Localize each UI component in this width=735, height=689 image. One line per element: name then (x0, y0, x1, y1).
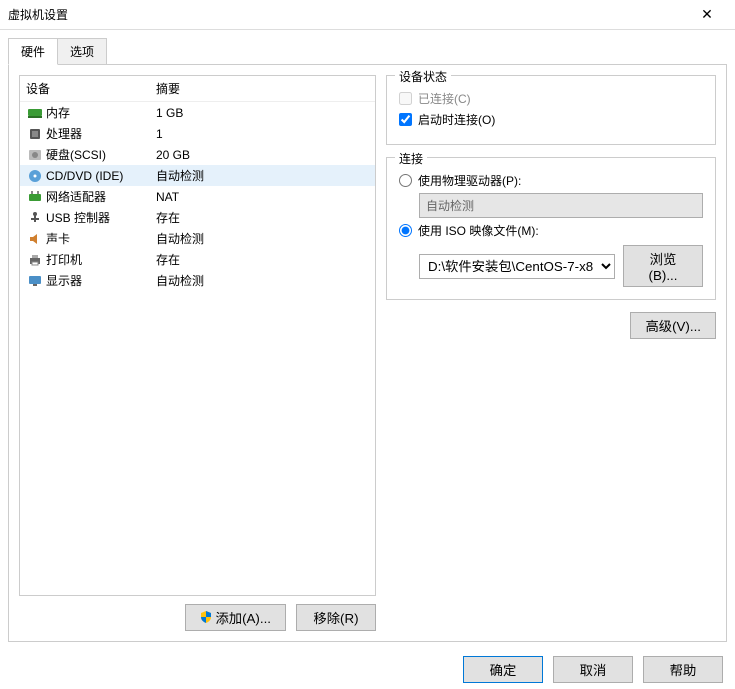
right-panel: 设备状态 已连接(C) 启动时连接(O) 连接 使用物理驱动器(P): 自动检测… (386, 75, 716, 631)
hardware-row[interactable]: 内存1 GB (20, 102, 375, 123)
hardware-row[interactable]: 显示器自动检测 (20, 270, 375, 291)
printer-icon (26, 252, 44, 268)
window-title: 虚拟机设置 (8, 6, 687, 23)
device-summary: 存在 (156, 209, 180, 226)
tab-options[interactable]: 选项 (57, 38, 107, 65)
display-icon (26, 273, 44, 289)
connected-label: 已连接(C) (418, 90, 471, 107)
use-iso-radio[interactable] (399, 224, 412, 237)
cancel-button[interactable]: 取消 (553, 656, 633, 683)
sound-icon (26, 231, 44, 247)
device-name: 内存 (46, 104, 156, 121)
device-name: USB 控制器 (46, 209, 156, 226)
tabs: 硬件 选项 (8, 38, 735, 65)
dialog-buttons: 确定 取消 帮助 (0, 650, 735, 689)
memory-icon (26, 105, 44, 121)
device-name: 处理器 (46, 125, 156, 142)
hardware-buttons: 添加(A)... 移除(R) (19, 604, 376, 631)
device-summary: 自动检测 (156, 167, 204, 184)
physical-drive-combo: 自动检测 (419, 193, 703, 218)
cpu-icon (26, 126, 44, 142)
title-bar: 虚拟机设置 ✕ (0, 0, 735, 30)
hardware-row[interactable]: 网络适配器NAT (20, 186, 375, 207)
add-button-label: 添加(A)... (215, 611, 271, 626)
net-icon (26, 189, 44, 205)
device-name: 声卡 (46, 230, 156, 247)
device-summary: NAT (156, 190, 179, 204)
shield-icon (200, 611, 212, 623)
device-summary: 20 GB (156, 148, 190, 162)
use-iso-label: 使用 ISO 映像文件(M): (418, 222, 539, 239)
hardware-row[interactable]: 打印机存在 (20, 249, 375, 270)
device-summary: 自动检测 (156, 230, 204, 247)
left-panel: 设备 摘要 内存1 GB处理器1硬盘(SCSI)20 GBCD/DVD (IDE… (19, 75, 376, 631)
connect-on-start-row[interactable]: 启动时连接(O) (399, 111, 703, 128)
usb-icon (26, 210, 44, 226)
browse-button[interactable]: 浏览(B)... (623, 245, 703, 287)
device-status-legend: 设备状态 (395, 68, 451, 85)
advanced-button[interactable]: 高级(V)... (630, 312, 716, 339)
hardware-row[interactable]: 硬盘(SCSI)20 GB (20, 144, 375, 165)
connected-checkbox-row: 已连接(C) (399, 90, 703, 107)
device-name: 打印机 (46, 251, 156, 268)
hardware-row[interactable]: CD/DVD (IDE)自动检测 (20, 165, 375, 186)
iso-path-combo[interactable]: D:\软件安装包\CentOS-7-x8 (419, 254, 615, 279)
connected-checkbox (399, 92, 412, 105)
col-summary: 摘要 (156, 80, 180, 97)
hardware-header: 设备 摘要 (20, 76, 375, 102)
cd-icon (26, 168, 44, 184)
add-button[interactable]: 添加(A)... (185, 604, 286, 631)
remove-button[interactable]: 移除(R) (296, 604, 376, 631)
tab-content: 设备 摘要 内存1 GB处理器1硬盘(SCSI)20 GBCD/DVD (IDE… (8, 64, 727, 642)
hardware-row[interactable]: 处理器1 (20, 123, 375, 144)
device-summary: 存在 (156, 251, 180, 268)
use-iso-row[interactable]: 使用 ISO 映像文件(M): (399, 222, 703, 239)
col-device: 设备 (26, 80, 156, 97)
device-summary: 自动检测 (156, 272, 204, 289)
advanced-row: 高级(V)... (386, 312, 716, 339)
physical-drive-radio[interactable] (399, 174, 412, 187)
connect-on-start-label: 启动时连接(O) (418, 111, 495, 128)
disk-icon (26, 147, 44, 163)
hardware-row[interactable]: USB 控制器存在 (20, 207, 375, 228)
device-name: 显示器 (46, 272, 156, 289)
connection-legend: 连接 (395, 150, 427, 167)
physical-drive-row[interactable]: 使用物理驱动器(P): (399, 172, 703, 189)
physical-drive-label: 使用物理驱动器(P): (418, 172, 521, 189)
device-status-group: 设备状态 已连接(C) 启动时连接(O) (386, 75, 716, 145)
device-summary: 1 GB (156, 106, 183, 120)
device-summary: 1 (156, 127, 163, 141)
iso-row: D:\软件安装包\CentOS-7-x8 浏览(B)... (419, 245, 703, 287)
hardware-row[interactable]: 声卡自动检测 (20, 228, 375, 249)
device-name: CD/DVD (IDE) (46, 169, 156, 183)
device-name: 硬盘(SCSI) (46, 146, 156, 163)
device-name: 网络适配器 (46, 188, 156, 205)
close-icon[interactable]: ✕ (687, 6, 727, 23)
connection-group: 连接 使用物理驱动器(P): 自动检测 使用 ISO 映像文件(M): D:\软… (386, 157, 716, 300)
ok-button[interactable]: 确定 (463, 656, 543, 683)
connect-on-start-checkbox[interactable] (399, 113, 412, 126)
help-button[interactable]: 帮助 (643, 656, 723, 683)
hardware-list: 设备 摘要 内存1 GB处理器1硬盘(SCSI)20 GBCD/DVD (IDE… (19, 75, 376, 596)
tab-hardware[interactable]: 硬件 (8, 38, 58, 65)
